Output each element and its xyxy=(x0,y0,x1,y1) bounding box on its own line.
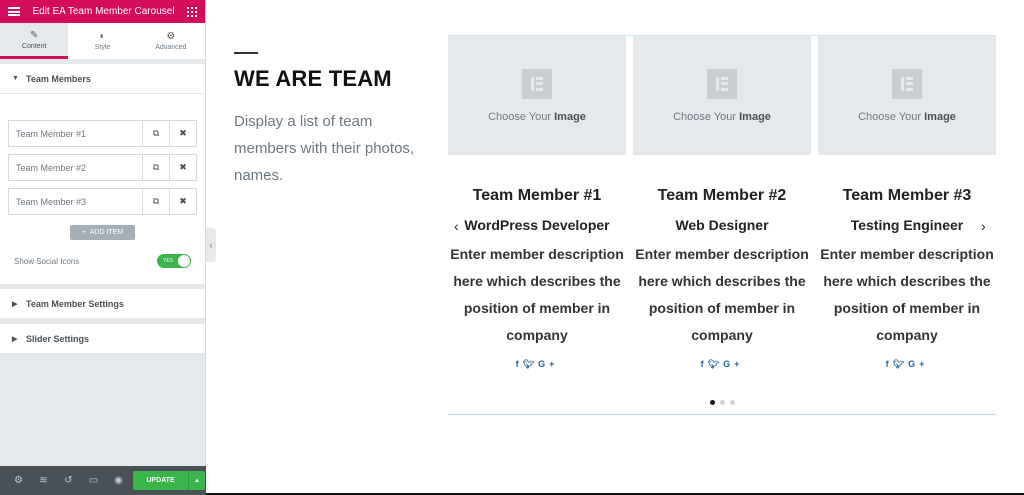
facebook-icon[interactable]: f xyxy=(516,359,523,369)
contrast-icon: ◐ xyxy=(99,31,106,42)
widgets-grid-icon[interactable] xyxy=(187,6,197,17)
page-heading: WE ARE TEAM xyxy=(234,66,392,91)
update-options-caret-icon[interactable]: ▲ xyxy=(188,471,205,490)
preview-eye-icon[interactable]: ◉ xyxy=(106,475,131,486)
section-slider-settings-label: Slider Settings xyxy=(26,333,90,344)
add-item-label: ADD ITEM xyxy=(89,229,124,236)
pencil-icon: ✎ xyxy=(29,29,39,41)
carousel-dot[interactable] xyxy=(729,400,735,405)
repeater-item[interactable]: Team Member #3 ⧉ ✖ xyxy=(8,188,197,215)
repeater-item[interactable]: Team Member #1 ⧉ ✖ xyxy=(8,120,197,147)
section-slider-settings[interactable]: ▶ Slider Settings xyxy=(0,324,205,354)
panel-tabs: ✎ Content ◐ Style ⚙ Advanced xyxy=(0,23,205,60)
carousel-dots xyxy=(448,400,996,405)
caret-down-icon: ▼ xyxy=(12,75,19,82)
toggle-yes-label: YES xyxy=(163,258,174,264)
responsive-desktop-icon[interactable]: ▭ xyxy=(81,475,106,486)
heading-divider xyxy=(234,52,258,54)
tab-content-label: Content xyxy=(21,42,47,50)
section-team-member-settings[interactable]: ▶ Team Member Settings xyxy=(0,289,205,319)
duplicate-icon[interactable]: ⧉ xyxy=(142,189,169,214)
tab-advanced-label: Advanced xyxy=(155,44,187,51)
panel-header: Edit EA Team Member Carousel xyxy=(0,0,205,23)
remove-icon[interactable]: ✖ xyxy=(169,121,196,146)
image-placeholder[interactable]: Choose Your Image xyxy=(448,36,626,155)
team-card: Choose Your Image Team Member #3 Testing… xyxy=(818,36,996,370)
duplicate-icon[interactable]: ⧉ xyxy=(142,155,169,180)
social-icons: f🐦︎G+ xyxy=(818,359,996,370)
facebook-icon[interactable]: f xyxy=(701,359,708,369)
google-plus-icon[interactable]: G+ xyxy=(908,359,928,369)
add-item-button[interactable]: + ADD ITEM xyxy=(69,225,136,240)
team-carousel: Choose Your Image Team Member #1 WordPre… xyxy=(448,35,996,415)
member-role: Testing Engineer xyxy=(850,217,964,233)
image-placeholder[interactable]: Choose Your Image xyxy=(818,36,996,155)
page-description: Display a list of team members with thei… xyxy=(234,113,415,184)
remove-icon[interactable]: ✖ xyxy=(169,189,196,214)
team-members-body: Team Member #1 ⧉ ✖ Team Member #2 ⧉ ✖ Te… xyxy=(0,94,205,284)
panel-footer: ⚙ ≋ ↺ ▭ ◉ UPDATE ▲ xyxy=(0,466,206,495)
duplicate-icon[interactable]: ⧉ xyxy=(142,121,169,146)
section-team-member-settings-label: Team Member Settings xyxy=(26,298,124,309)
carousel-dot[interactable] xyxy=(719,400,725,405)
show-social-label: Show Social Icons xyxy=(14,256,80,266)
add-item-wrap: + ADD ITEM xyxy=(8,222,197,248)
panel-title: Edit EA Team Member Carousel xyxy=(32,6,175,17)
toggle-knob xyxy=(178,255,190,267)
member-description: Enter member description here which desc… xyxy=(450,246,624,343)
team-card: Choose Your Image Team Member #2 Web Des… xyxy=(633,36,811,370)
elementor-logo-icon xyxy=(522,68,552,99)
caret-right-icon: ▶ xyxy=(12,300,18,308)
member-name: Team Member #2 xyxy=(657,187,787,204)
settings-gear-icon[interactable]: ⚙ xyxy=(6,475,31,486)
twitter-icon[interactable]: 🐦︎ xyxy=(523,359,538,369)
section-team-members-label: Team Members xyxy=(26,73,91,84)
member-role: WordPress Developer xyxy=(464,217,610,233)
social-icons: f🐦︎G+ xyxy=(448,359,626,370)
repeater-item-label[interactable]: Team Member #1 xyxy=(9,121,142,146)
chevron-left-icon: ‹ xyxy=(209,240,213,250)
tab-style[interactable]: ◐ Style xyxy=(68,23,136,59)
google-plus-icon[interactable]: G+ xyxy=(723,359,743,369)
member-role: Web Designer xyxy=(675,217,769,233)
elementor-logo-icon xyxy=(707,68,737,99)
tab-content[interactable]: ✎ Content xyxy=(0,23,69,59)
section-team-members[interactable]: ▼ Team Members xyxy=(0,64,205,94)
image-placeholder-text: Choose Your Image xyxy=(488,110,586,123)
google-plus-icon[interactable]: G+ xyxy=(538,359,558,369)
facebook-icon[interactable]: f xyxy=(886,359,893,369)
repeater-item-label[interactable]: Team Member #3 xyxy=(9,189,142,214)
history-icon[interactable]: ↺ xyxy=(56,475,81,486)
twitter-icon[interactable]: 🐦︎ xyxy=(893,359,908,369)
social-icons: f🐦︎G+ xyxy=(633,359,811,370)
repeater-item[interactable]: Team Member #2 ⧉ ✖ xyxy=(8,154,197,181)
remove-icon[interactable]: ✖ xyxy=(169,155,196,180)
image-placeholder[interactable]: Choose Your Image xyxy=(633,36,811,155)
menu-icon[interactable] xyxy=(8,7,20,16)
show-social-toggle[interactable]: YES xyxy=(157,254,191,268)
tab-advanced[interactable]: ⚙ Advanced xyxy=(137,23,205,59)
team-card: Choose Your Image Team Member #1 WordPre… xyxy=(448,36,626,370)
image-placeholder-text: Choose Your Image xyxy=(858,110,956,123)
carousel-prev-arrow-icon[interactable]: ‹ xyxy=(454,218,459,234)
twitter-icon[interactable]: 🐦︎ xyxy=(708,359,723,369)
member-name: Team Member #3 xyxy=(842,187,972,204)
layers-icon[interactable]: ≋ xyxy=(31,475,56,486)
image-placeholder-text: Choose Your Image xyxy=(673,110,771,123)
show-social-row: Show Social Icons YES xyxy=(8,248,197,276)
tab-style-label: Style xyxy=(94,44,111,51)
editor-panel: Edit EA Team Member Carousel ✎ Content ◐… xyxy=(0,0,206,495)
collapse-panel-handle[interactable]: ‹ xyxy=(206,228,216,262)
member-description: Enter member description here which desc… xyxy=(820,246,994,343)
elementor-logo-icon xyxy=(892,68,922,99)
repeater-item-label[interactable]: Team Member #2 xyxy=(9,155,142,180)
carousel-dot[interactable] xyxy=(709,400,715,405)
gear-icon: ⚙ xyxy=(166,31,176,42)
caret-right-icon: ▶ xyxy=(12,335,18,343)
plus-icon: + xyxy=(81,229,86,236)
carousel-next-arrow-icon[interactable]: › xyxy=(981,218,986,234)
member-description: Enter member description here which desc… xyxy=(635,246,809,343)
member-name: Team Member #1 xyxy=(472,187,602,204)
update-button[interactable]: UPDATE xyxy=(133,471,188,490)
